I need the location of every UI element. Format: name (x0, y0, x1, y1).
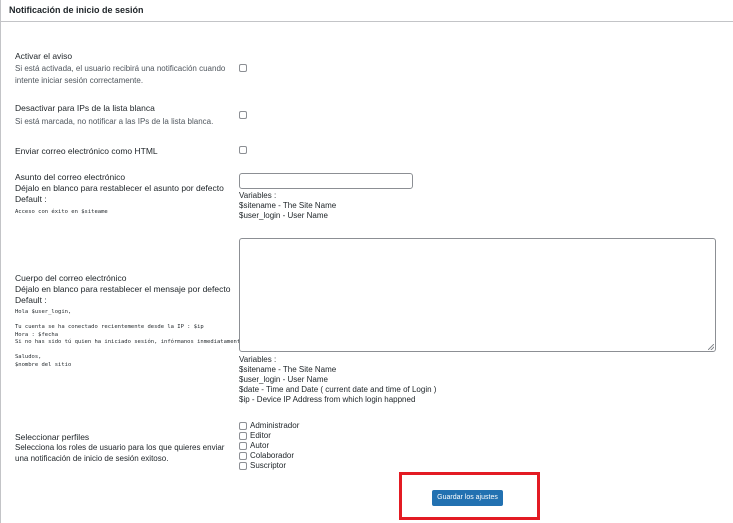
body-variable-item: $user_login - User Name (239, 375, 328, 384)
role-checkbox[interactable] (239, 442, 247, 450)
subject-variable-item: $user_login - User Name (239, 211, 328, 220)
role-label: Autor (250, 441, 270, 450)
whitelist-label: Desactivar para IPs de la lista blanca (15, 103, 155, 113)
html-email-checkbox[interactable] (239, 146, 247, 154)
panel-header: Notificación de inicio de sesión (1, 0, 733, 22)
body-label: Cuerpo del correo electrónico (15, 273, 127, 283)
save-button[interactable]: Guardar los ajustes (432, 490, 503, 506)
subject-label: Asunto del correo electrónico (15, 172, 126, 182)
body-hint: Déjalo en blanco para restablecer el men… (15, 284, 231, 294)
body-variable-item: $ip - Device IP Address from which login… (239, 395, 416, 404)
activate-description: Si está activada, el usuario recibirá un… (15, 64, 226, 85)
role-checkbox[interactable] (239, 432, 247, 440)
body-variable-item: $date - Time and Date ( current date and… (239, 385, 437, 394)
role-checkbox[interactable] (239, 452, 247, 460)
role-checkbox[interactable] (239, 422, 247, 430)
subject-input[interactable] (239, 173, 413, 189)
body-default-label: Default : (15, 295, 47, 305)
body-variables-title: Variables : (239, 355, 277, 364)
subject-variables-title: Variables : (239, 191, 277, 200)
subject-variable-item: $sitename - The Site Name (239, 201, 337, 210)
role-label: Editor (250, 431, 271, 440)
role-label: Colaborador (250, 451, 295, 460)
body-textarea[interactable] (239, 238, 716, 352)
settings-panel: Notificación de inicio de sesión Activar… (0, 0, 733, 523)
roles-description: Selecciona los roles de usuario para los… (15, 443, 225, 463)
subject-variables: Variables : $sitename - The Site Name $u… (239, 191, 336, 221)
subject-default-value: Acceso con éxito en $siteame (15, 209, 108, 215)
body-variable-item: $sitename - The Site Name (239, 365, 337, 374)
subject-default-label: Default : (15, 194, 47, 204)
html-email-label: Enviar correo electrónico como HTML (15, 146, 158, 156)
subject-hint: Déjalo en blanco para restablecer el asu… (15, 183, 224, 193)
whitelist-description: Si está marcada, no notificar a las IPs … (15, 117, 214, 126)
whitelist-checkbox[interactable] (239, 111, 247, 119)
role-checkbox[interactable] (239, 462, 247, 470)
activate-label: Activar el aviso (15, 51, 73, 61)
role-label: Suscriptor (250, 461, 287, 470)
body-default-value: Hola $user_login, Tu cuenta se ha conect… (15, 309, 247, 368)
resize-grip-icon[interactable] (708, 344, 714, 350)
panel-title: Notificación de inicio de sesión (9, 5, 144, 15)
activate-checkbox[interactable] (239, 64, 247, 72)
role-label: Administrador (250, 421, 300, 430)
body-variables: Variables : $sitename - The Site Name $u… (239, 355, 436, 405)
